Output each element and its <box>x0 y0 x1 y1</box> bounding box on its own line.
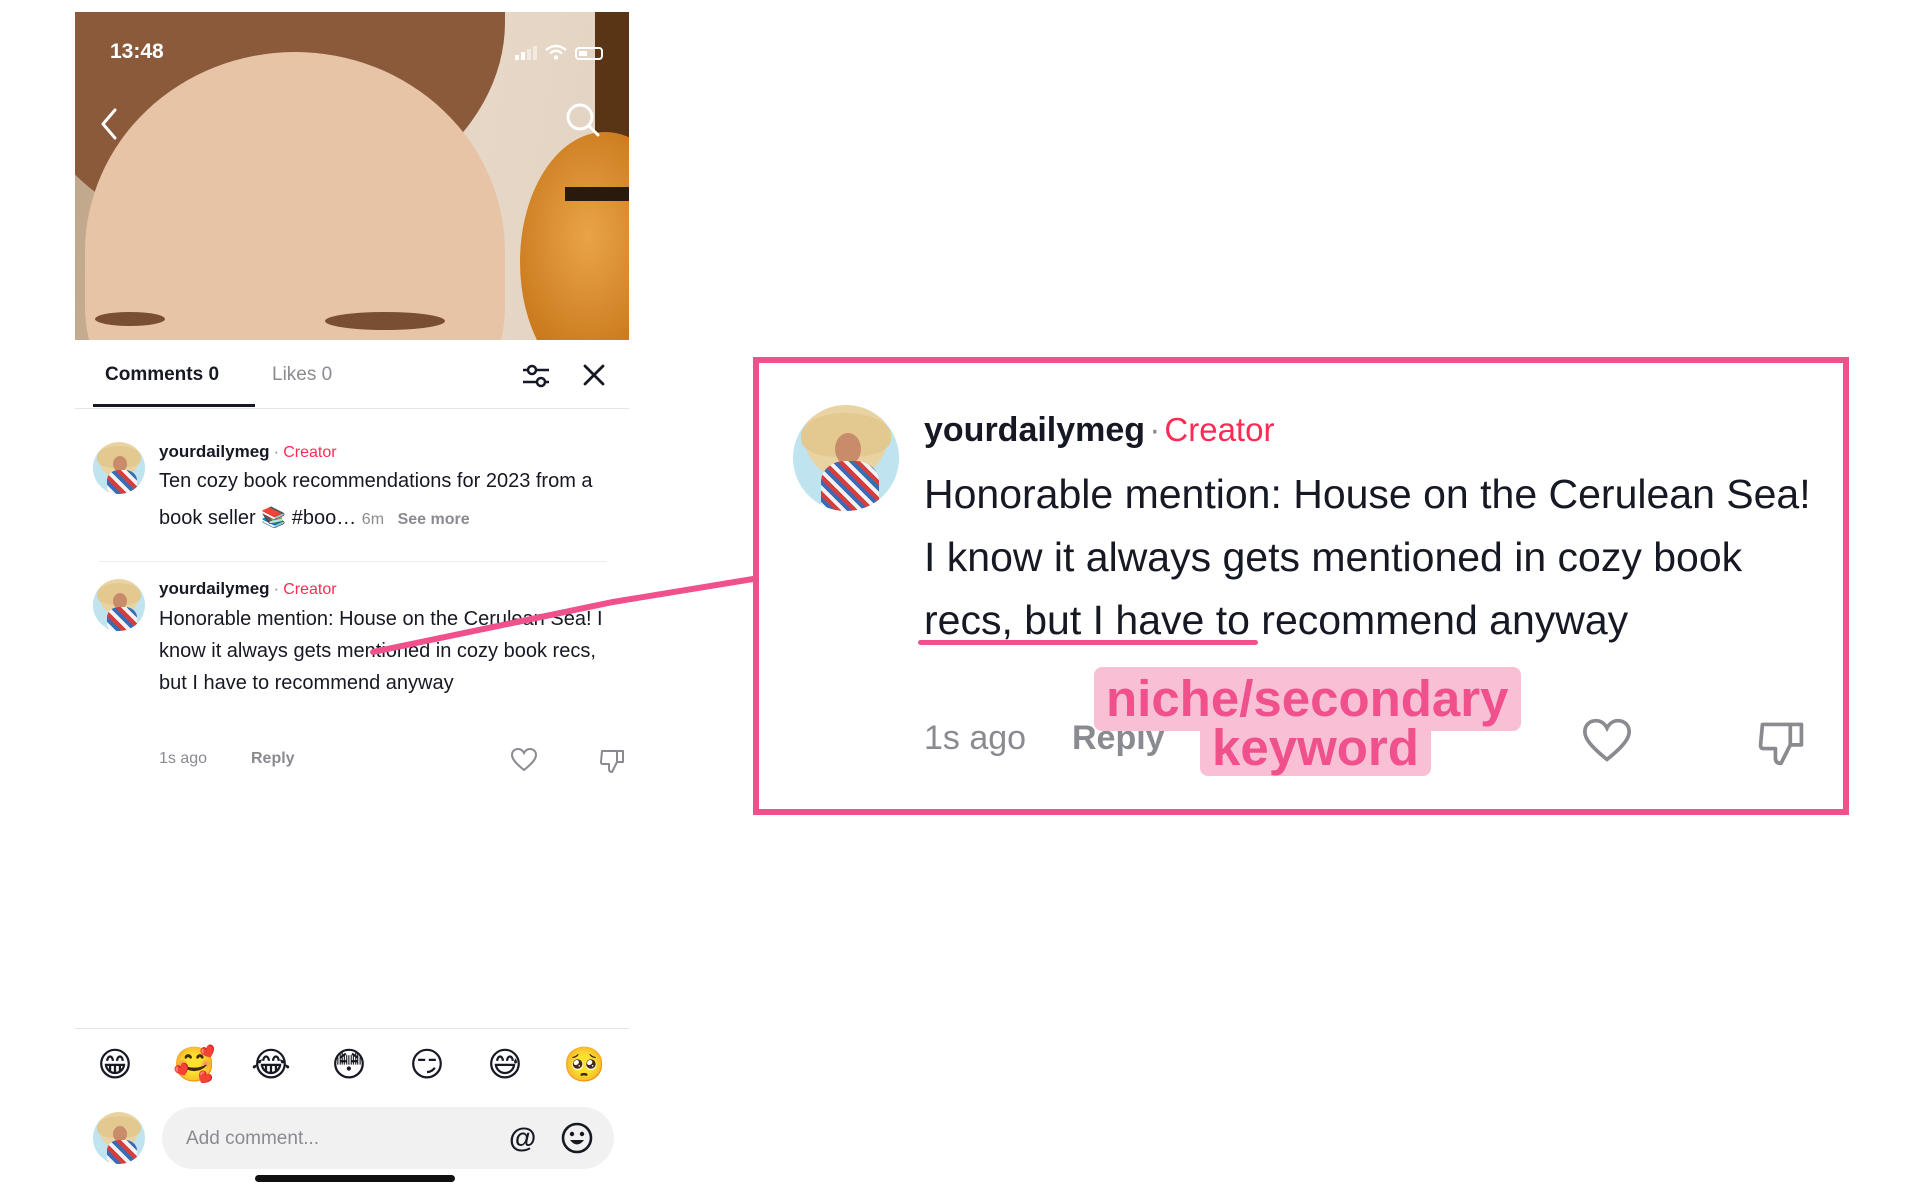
comment-input-wrap: @ <box>162 1107 614 1171</box>
comment-time: 1s ago <box>159 750 208 767</box>
zoom-comment-text: Honorable mention: House on the Cerulean… <box>924 463 1824 652</box>
see-more-link[interactable]: See more <box>398 511 470 528</box>
back-icon[interactable] <box>95 104 125 144</box>
zoom-text-after: but I have to recommend anyway <box>1012 597 1629 643</box>
tabs: Comments 0 Likes 0 <box>75 340 629 409</box>
dislike-icon[interactable] <box>598 747 626 775</box>
emoji-smirk[interactable]: 😏 <box>407 1045 447 1085</box>
avatar[interactable] <box>93 579 145 631</box>
battery-icon <box>575 47 603 60</box>
phone-screenshot: 13:48 Comments 0 Likes 0 yourdailymeg · … <box>75 12 629 1193</box>
creator-badge: Creator <box>283 581 337 598</box>
guitar-body <box>520 132 629 340</box>
close-icon[interactable] <box>581 362 607 388</box>
mention-button[interactable]: @ <box>509 1122 536 1154</box>
comment-username[interactable]: yourdailymeg <box>159 442 270 461</box>
zoom-avatar <box>793 405 899 511</box>
emoji-grin[interactable]: 😁 <box>95 1045 135 1085</box>
status-time: 13:48 <box>110 40 164 63</box>
keyword-underline <box>918 640 1258 645</box>
divider <box>99 561 607 562</box>
dislike-icon <box>1758 722 1804 766</box>
smile-icon[interactable] <box>560 1121 594 1155</box>
zoom-creator-badge: Creator <box>1164 411 1275 448</box>
comment-header: yourdailymeg · Creator <box>159 442 337 461</box>
comments-sheet: Comments 0 Likes 0 yourdailymeg · Creator <box>75 340 629 1193</box>
annotation-label-line2: keyword <box>1200 720 1431 776</box>
filter-icon[interactable] <box>520 362 552 390</box>
comment-header: yourdailymeg · Creator <box>159 579 337 598</box>
creator-badge: Creator <box>283 444 337 461</box>
comment-item[interactable]: yourdailymeg · Creator Honorable mention: … <box>93 579 624 779</box>
zoom-time: 1s ago <box>924 719 1027 757</box>
wifi-icon <box>545 44 567 60</box>
tab-likes[interactable]: Likes 0 <box>272 364 332 386</box>
active-tab-indicator <box>93 404 255 407</box>
comment-input[interactable] <box>184 1107 488 1171</box>
avatar[interactable] <box>93 442 145 494</box>
heart-icon[interactable] <box>510 747 538 773</box>
brow-shape <box>95 312 165 326</box>
emoji-sweat-smile[interactable]: 😅 <box>485 1045 525 1085</box>
reply-button[interactable]: Reply <box>251 750 295 768</box>
emoji-bar-divider <box>75 1028 629 1029</box>
guitar-bridge <box>565 187 629 201</box>
comment-text: Ten cozy book recommendations for 2023 f… <box>159 463 609 538</box>
comment-username[interactable]: yourdailymeg <box>159 579 270 598</box>
user-avatar[interactable] <box>93 1112 145 1164</box>
heart-icon <box>1582 718 1632 762</box>
video-preview[interactable]: 13:48 <box>75 12 629 340</box>
emoji-smiling-hearts[interactable]: 🥰 <box>173 1045 215 1085</box>
emoji-flushed[interactable]: 😳 <box>329 1045 369 1085</box>
zoom-username: yourdailymeg <box>924 411 1146 449</box>
zoom-header: yourdailymeg · Creator <box>924 411 1275 449</box>
comment-time: 6m <box>361 511 385 528</box>
signal-icon <box>515 46 537 60</box>
tab-comments[interactable]: Comments 0 <box>105 364 219 386</box>
emoji-pleading[interactable]: 🥺 <box>563 1045 605 1085</box>
status-icons <box>515 44 603 60</box>
home-indicator <box>255 1175 455 1182</box>
emoji-joy[interactable]: 😂 <box>251 1045 291 1085</box>
comment-item[interactable]: yourdailymeg · Creator Ten cozy book recom… <box>93 442 613 552</box>
search-icon[interactable] <box>563 100 603 140</box>
comment-body: Honorable mention: House on the Cerulean… <box>159 608 603 694</box>
brow-shape <box>325 312 445 330</box>
